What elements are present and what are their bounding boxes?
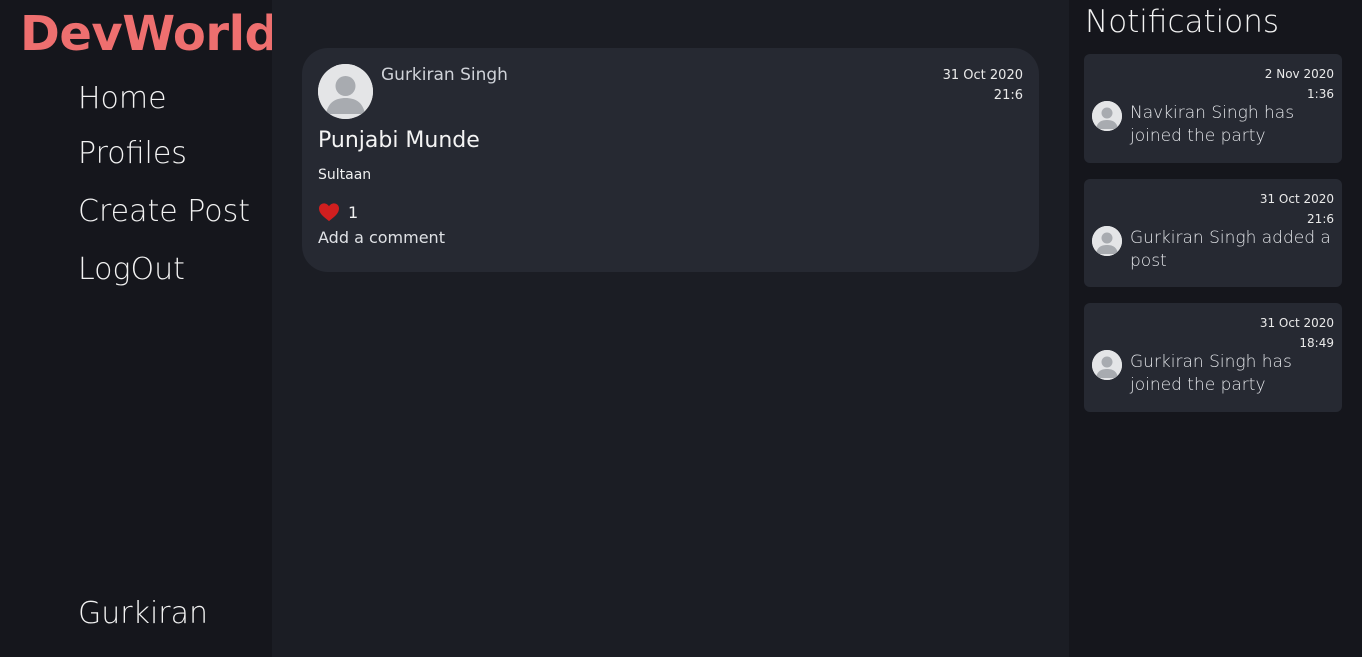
- notification-item[interactable]: 31 Oct 2020 18:49 Gurkiran Singh has joi…: [1084, 303, 1342, 412]
- notification-time: 1:36: [1307, 87, 1334, 101]
- notification-time: 21:6: [1307, 212, 1334, 226]
- post-time: 21:6: [993, 88, 1023, 103]
- notification-timestamp: 2 Nov 2020 1:36: [1265, 64, 1334, 104]
- post-date: 31 Oct 2020: [942, 68, 1023, 83]
- heart-icon[interactable]: [318, 202, 340, 222]
- user-avatar-icon: [1092, 226, 1122, 256]
- notification-date: 31 Oct 2020: [1259, 316, 1334, 330]
- sidebar: DevWorld Home Profiles Create Post LogOu…: [0, 0, 279, 657]
- notification-item[interactable]: 31 Oct 2020 21:6 Gurkiran Singh added a …: [1084, 179, 1342, 287]
- app-root: DevWorld Home Profiles Create Post LogOu…: [0, 0, 1362, 657]
- nav-profiles[interactable]: Profiles: [78, 134, 187, 174]
- notification-timestamp: 31 Oct 2020 21:6: [1260, 189, 1334, 229]
- nav-logout[interactable]: LogOut: [78, 250, 185, 290]
- notification-item[interactable]: 2 Nov 2020 1:36 Navkiran Singh has joine…: [1084, 54, 1342, 163]
- notification-text: Navkiran Singh has joined the party: [1130, 103, 1295, 146]
- notification-date: 31 Oct 2020: [1259, 192, 1334, 206]
- notifications-panel: Notifications 2 Nov 2020 1:36 Navkiran S…: [1069, 0, 1362, 657]
- notification-timestamp: 31 Oct 2020 18:49: [1260, 313, 1334, 353]
- feed: Gurkiran Singh 31 Oct 2020 21:6 Punjabi …: [272, 0, 1069, 657]
- like-row: 1: [318, 201, 358, 223]
- brand-logo[interactable]: DevWorld: [20, 4, 279, 64]
- nav-home[interactable]: Home: [78, 79, 167, 119]
- post-card: Gurkiran Singh 31 Oct 2020 21:6 Punjabi …: [302, 48, 1039, 272]
- user-avatar-icon: [1092, 101, 1122, 131]
- post-title: Punjabi Munde: [318, 128, 480, 153]
- nav-create-post[interactable]: Create Post: [78, 192, 250, 232]
- notification-text: Gurkiran Singh has joined the party: [1130, 352, 1292, 395]
- post-author[interactable]: Gurkiran Singh: [381, 65, 508, 85]
- notification-date: 2 Nov 2020: [1264, 67, 1334, 81]
- user-avatar-icon[interactable]: [318, 64, 373, 119]
- post-body: Sultaan: [318, 167, 372, 183]
- like-count: 1: [348, 202, 359, 222]
- current-user-name[interactable]: Gurkiran: [78, 594, 208, 634]
- user-avatar-icon: [1092, 350, 1122, 380]
- add-comment-link[interactable]: Add a comment: [318, 228, 445, 247]
- notification-time: 18:49: [1299, 336, 1334, 350]
- notification-text: Gurkiran Singh added a post: [1130, 228, 1331, 271]
- notifications-heading: Notifications: [1085, 4, 1280, 40]
- post-timestamp: 31 Oct 2020 21:6: [943, 66, 1023, 106]
